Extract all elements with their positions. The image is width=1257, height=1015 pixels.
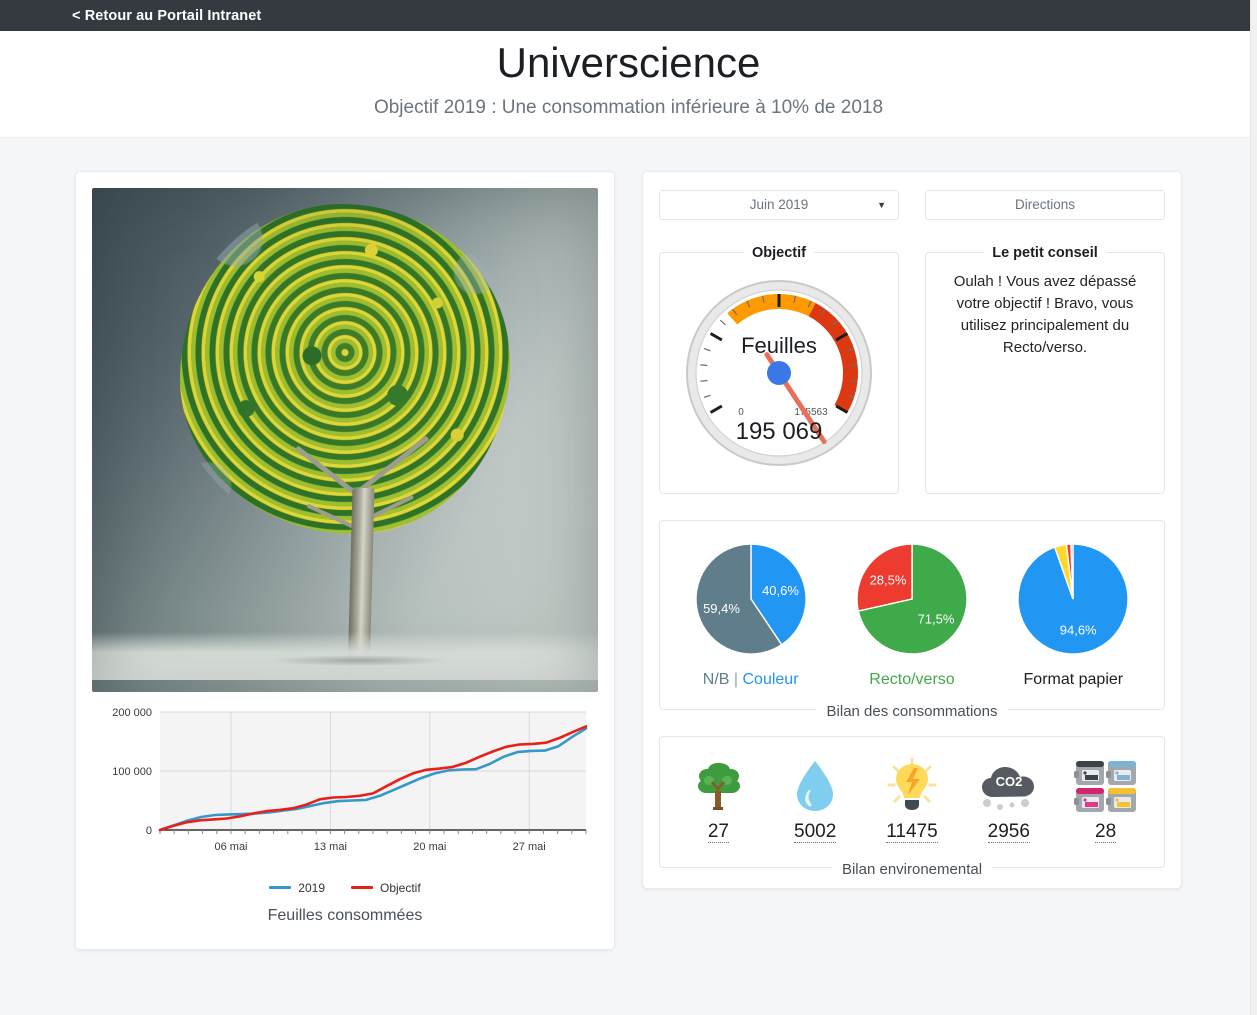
eco-item-cartridges: 28	[1057, 753, 1154, 843]
page-subtitle: Objectif 2019 : Une consommation inférie…	[373, 96, 884, 118]
conseil-panel: Le petit conseil Oulah ! Vous avez dépas…	[925, 244, 1165, 494]
main-content: 0 100 000 200 000 06 mai 13 mai 20 mai 27 mai …	[0, 138, 1257, 950]
legend-item-objectif: Objectif	[351, 881, 421, 895]
tree-photo	[92, 187, 598, 692]
pie-charts-row: 40,6% 59,4% N/B | Couleur 71,5% 28,5% Rect…	[670, 533, 1154, 707]
gauge-value: 195 069	[736, 418, 823, 445]
eco-item-co2: CO2 2956	[960, 753, 1057, 843]
environnement-caption: Bilan environemental	[831, 860, 993, 878]
pie-chart-format-papier: 94,6%	[1017, 542, 1130, 655]
pie-label-nb-couleur: N/B | Couleur	[703, 671, 799, 689]
gauge-min-label: 0	[738, 407, 744, 418]
gauge-holder: Feuilles 0 175563 195 069	[668, 267, 890, 483]
feuilles-line-chart: 0 100 000 200 000 06 mai 13 mai 20 mai 27 mai	[112, 707, 588, 853]
ink-cartridges-icon	[1073, 753, 1138, 817]
pie-chart-nb-couleur: 40,6% 59,4%	[694, 542, 807, 655]
dashboard-card: Juin 2019 ▼ Directions Objectif Feuilles…	[642, 170, 1182, 889]
pie-nb-couleur: 40,6% 59,4% N/B | Couleur	[671, 539, 831, 689]
eco-value-energy: 11475	[886, 820, 938, 843]
legend-swatch-2019	[269, 886, 292, 889]
objectif-panel-title: Objectif	[752, 244, 806, 261]
back-to-intranet-link[interactable]: < Retour au Portail Intranet	[72, 8, 261, 24]
directions-button-label: Directions	[1014, 197, 1076, 212]
pie-label-couleur: Couleur	[742, 670, 799, 688]
pie-slice-label: 28,5%	[870, 572, 907, 587]
environnement-row: 27 5002 11475 CO2 2956 28	[670, 749, 1154, 865]
top-navigation-bar: < Retour au Portail Intranet	[0, 0, 1257, 31]
pie-label-separator: |	[729, 670, 743, 688]
x-axis-tick-label: 06 mai	[214, 841, 247, 853]
gauge-label: Feuilles	[741, 333, 817, 358]
directions-button[interactable]: Directions	[925, 189, 1165, 220]
pie-slice-label: 59,4%	[703, 601, 740, 616]
eco-item-water: 5002	[767, 753, 864, 843]
pie-slice-label: 94,6%	[1060, 622, 1097, 637]
pie-label-recto-verso: Recto/verso	[869, 670, 955, 688]
chevron-down-icon: ▼	[877, 199, 886, 210]
co2-icon-text: CO2	[995, 774, 1022, 789]
co2-cloud-icon: CO2	[976, 753, 1042, 817]
line-chart-caption: Feuilles consommées	[267, 906, 423, 924]
eco-value-co2: 2956	[987, 820, 1030, 843]
pie-chart-recto-verso: 71,5% 28,5%	[856, 542, 968, 655]
x-axis-tick-label: 20 mai	[413, 841, 446, 853]
pie-label-nb: N/B	[702, 670, 730, 688]
page-title: Universcience	[496, 39, 761, 86]
lightbulb-icon	[881, 753, 943, 817]
conseil-panel-title: Le petit conseil	[992, 244, 1098, 261]
legend-label-2019: 2019	[298, 880, 325, 895]
period-select-value: Juin 2019	[749, 197, 809, 212]
eco-value-cartridges: 28	[1095, 820, 1117, 843]
objectif-gauge: Feuilles 0 175563195 069	[686, 279, 872, 466]
gauge-max-label: 175563	[794, 407, 828, 418]
legend-item-2019: 2019	[269, 881, 325, 895]
eco-value-tree: 27	[707, 820, 729, 843]
tree-ground	[92, 631, 598, 680]
y-axis-tick-label: 100 000	[112, 766, 152, 778]
gauge-conseil-row: Objectif Feuilles 0 175563 195 069 Le petit…	[659, 244, 1165, 494]
pie-format-papier: 94,6% Format papier	[993, 539, 1153, 689]
line-chart-legend: 2019 Objectif	[98, 881, 592, 895]
eco-item-energy: 11475	[864, 753, 961, 843]
tree-and-chart-card: 0 100 000 200 000 06 mai 13 mai 20 mai 27 mai …	[75, 170, 615, 950]
page-scrollbar[interactable]	[1250, 0, 1257, 1015]
eco-value-water: 5002	[794, 820, 837, 843]
y-axis-tick-label: 200 000	[112, 707, 152, 719]
legend-swatch-objectif	[351, 886, 373, 889]
pie-slice-label: 40,6%	[762, 583, 799, 598]
period-select[interactable]: Juin 2019 ▼	[659, 189, 899, 220]
environnement-panel: 27 5002 11475 CO2 2956 28 Bilan environe…	[659, 735, 1165, 878]
x-axis-tick-label: 13 mai	[314, 841, 347, 853]
right-column: Juin 2019 ▼ Directions Objectif Feuilles…	[642, 170, 1182, 889]
conseil-text: Oulah ! Vous avez dépassé votre objectif…	[953, 272, 1137, 356]
page-header: Universcience Objectif 2019 : Une consom…	[0, 31, 1257, 138]
pie-label-format-papier: Format papier	[1023, 670, 1124, 688]
gauge-pivot	[767, 360, 791, 385]
x-axis-tick-label: 27 mai	[513, 841, 546, 853]
line-chart-wrapper: 0 100 000 200 000 06 mai 13 mai 20 mai 27 mai …	[92, 692, 598, 935]
pie-slice-label: 71,5%	[918, 611, 955, 626]
y-axis-tick-label: 0	[146, 825, 152, 837]
consommations-panel: 40,6% 59,4% N/B | Couleur 71,5% 28,5% Rect…	[659, 519, 1165, 720]
left-column: 0 100 000 200 000 06 mai 13 mai 20 mai 27 mai …	[75, 170, 615, 950]
eco-item-tree: 27	[670, 753, 767, 843]
controls-row: Juin 2019 ▼ Directions	[659, 189, 1165, 220]
tree-icon	[687, 753, 749, 817]
legend-label-objectif: Objectif	[380, 880, 421, 895]
consommations-caption: Bilan des consommations	[816, 702, 1008, 720]
objectif-panel: Objectif Feuilles 0 175563 195 069	[659, 244, 899, 494]
pie-recto-verso: 71,5% 28,5% Recto/verso	[832, 539, 992, 689]
water-drop-icon	[784, 753, 846, 817]
